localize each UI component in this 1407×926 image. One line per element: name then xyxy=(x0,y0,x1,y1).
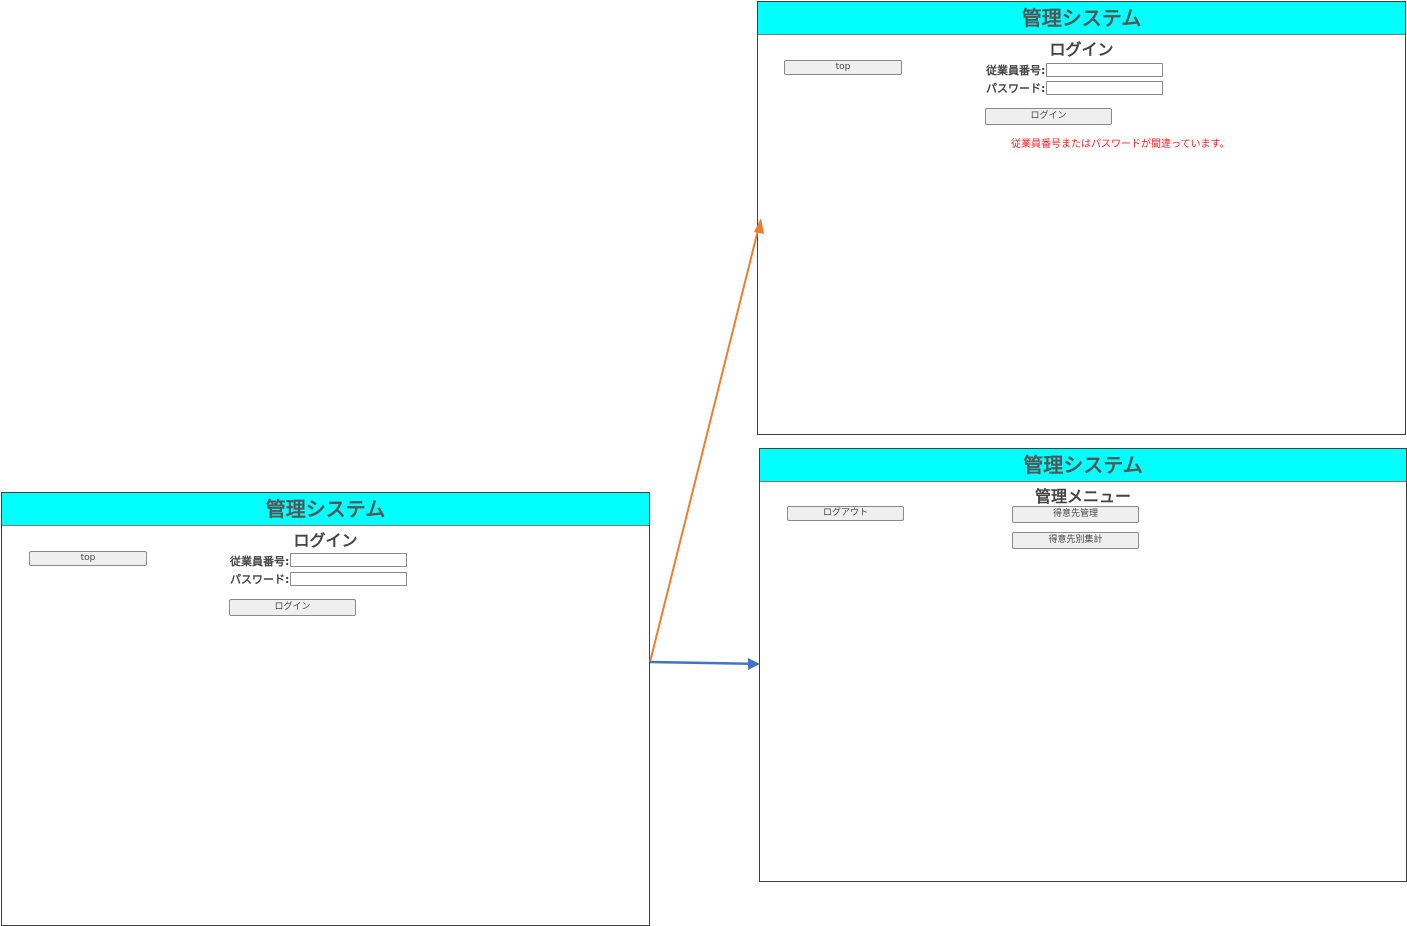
arrow-to-menu xyxy=(649,658,760,670)
diagram-canvas: 管理システム ログイン top 従業員番号: パスワード: ログイン 管理システ… xyxy=(0,0,1407,926)
transition-arrows xyxy=(649,218,764,670)
arrow-to-login-error xyxy=(649,218,764,663)
